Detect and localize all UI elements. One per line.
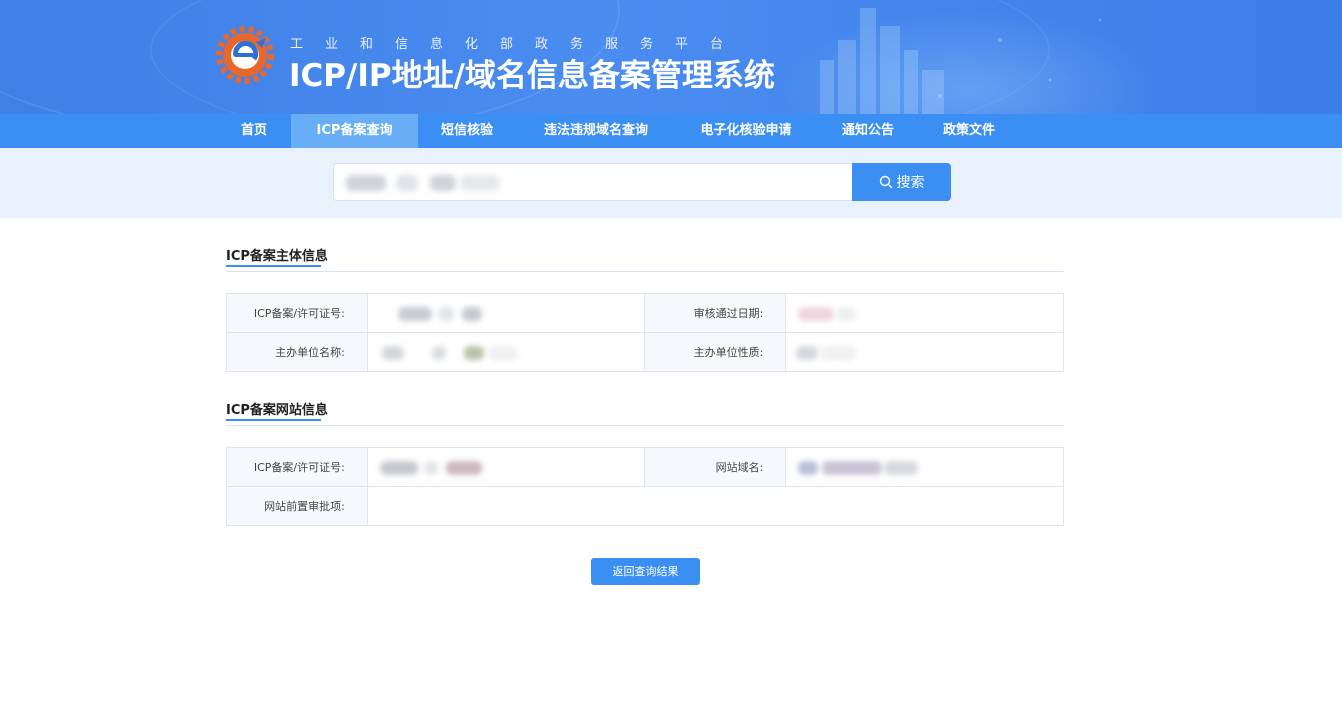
redacted-text <box>796 346 819 360</box>
org-type-label: 主办单位性质: <box>644 332 787 372</box>
org-name-value <box>366 332 646 372</box>
header-banner: 工业和信息化部政务服务平台 ICP/IP地址/域名信息备案管理系统 <box>0 0 1342 114</box>
redacted-text <box>397 307 432 321</box>
table-row: 主办单位名称: 主办单位性质: <box>226 332 1064 372</box>
nav-icp-query[interactable]: ICP备案查询 <box>291 114 418 148</box>
redacted-text <box>460 175 500 191</box>
redacted-text <box>379 461 418 475</box>
redacted-text <box>487 346 518 360</box>
nav-notices[interactable]: 通知公告 <box>829 114 907 148</box>
website-license-label: ICP备案/许可证号: <box>226 447 368 487</box>
org-type-value <box>785 332 1064 372</box>
table-row: 网站前置审批项: <box>226 486 1065 526</box>
license-value <box>366 293 646 333</box>
search-button[interactable]: 搜索 <box>852 163 951 201</box>
redacted-text <box>423 461 438 475</box>
website-domain-value <box>785 447 1064 487</box>
redacted-text <box>798 307 835 321</box>
license-label: ICP备案/许可证号: <box>226 293 368 333</box>
redacted-text <box>463 346 484 360</box>
redacted-text <box>798 461 819 475</box>
table-row: ICP备案/许可证号: 审核通过日期: <box>226 293 1064 333</box>
search-button-label: 搜索 <box>896 175 925 191</box>
redacted-text <box>381 346 404 360</box>
redacted-text <box>836 307 857 321</box>
section-divider <box>226 271 1064 272</box>
search-icon <box>879 175 892 189</box>
city-skyline-icon <box>820 8 1102 114</box>
preapproval-label: 网站前置审批项: <box>226 486 368 526</box>
system-title: ICP/IP地址/域名信息备案管理系统 <box>289 58 775 94</box>
redacted-text <box>461 307 482 321</box>
redacted-text <box>884 461 919 475</box>
section-underline <box>226 419 321 421</box>
website-info-table: ICP备案/许可证号: 网站域名: 网站前置审批项: <box>226 447 1065 526</box>
redacted-text <box>346 175 386 191</box>
section-underline <box>226 265 321 267</box>
back-to-results-button[interactable]: 返回查询结果 <box>591 558 700 585</box>
redacted-text <box>822 461 883 475</box>
redacted-text <box>437 307 454 321</box>
approval-date-value <box>785 293 1064 333</box>
approval-date-label: 审核通过日期: <box>644 293 787 333</box>
table-row: ICP备案/许可证号: 网站域名: <box>226 447 1064 487</box>
redacted-text <box>820 346 857 360</box>
section-divider <box>226 425 1064 426</box>
org-name-label: 主办单位名称: <box>226 332 368 372</box>
miit-logo-icon <box>216 26 274 84</box>
nav-sms-verify[interactable]: 短信核验 <box>427 114 507 148</box>
redacted-text <box>430 175 456 191</box>
website-license-value <box>366 447 646 487</box>
subject-info-table: ICP备案/许可证号: 审核通过日期: 主办单位名称: 主办单位性质: <box>226 293 1064 372</box>
main-nav: 首页 ICP备案查询 短信核验 违法违规域名查询 电子化核验申请 通知公告 政策… <box>0 114 1342 148</box>
website-section-title: ICP备案网站信息 <box>226 403 328 418</box>
nav-illegal-domain-query[interactable]: 违法违规域名查询 <box>528 114 664 148</box>
redacted-text <box>431 346 446 360</box>
redacted-text <box>445 461 482 475</box>
nav-home[interactable]: 首页 <box>226 114 282 148</box>
search-input[interactable] <box>333 163 853 201</box>
nav-policy-docs[interactable]: 政策文件 <box>930 114 1008 148</box>
search-band: 搜索 <box>0 148 1342 218</box>
website-domain-label: 网站域名: <box>644 447 787 487</box>
redacted-text <box>396 175 418 191</box>
subject-section-title: ICP备案主体信息 <box>226 249 328 264</box>
nav-e-verify-apply[interactable]: 电子化核验申请 <box>686 114 806 148</box>
preapproval-value <box>366 486 1065 526</box>
